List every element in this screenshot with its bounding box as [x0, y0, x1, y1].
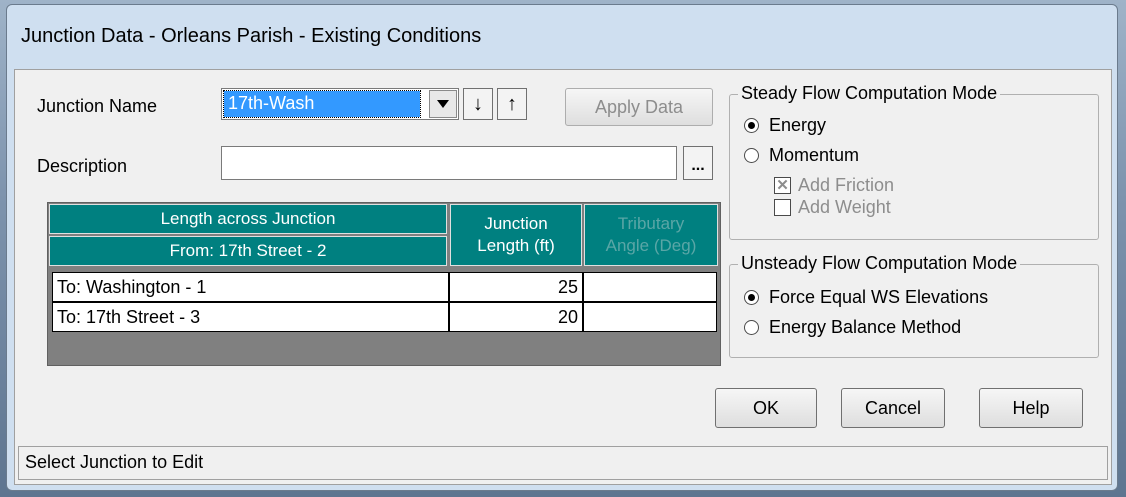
unsteady-flow-title: Unsteady Flow Computation Mode [738, 253, 1021, 274]
junction-length-header-line2: Length (ft) [477, 236, 555, 255]
window-title: Junction Data - Orleans Parish - Existin… [21, 25, 482, 47]
ok-button[interactable]: OK [715, 388, 817, 428]
force-equal-ws-radio-indicator [744, 290, 759, 305]
chevron-down-icon [437, 100, 449, 108]
energy-radio-label: Energy [769, 115, 827, 135]
table-row-2-length[interactable]: 20 [449, 302, 583, 332]
add-friction-check-icon: ✕ [774, 177, 791, 194]
arrow-down-icon: ↓ [473, 92, 483, 115]
junction-name-label: Junction Name [37, 96, 158, 116]
table-header-length-across: Length across Junction [49, 204, 447, 234]
junction-length-table: Length across Junction From: 17th Street… [47, 202, 721, 366]
table-row-2-angle[interactable] [583, 302, 717, 332]
help-button[interactable]: Help [979, 388, 1083, 428]
table-header-junction-length: Junction Length (ft) [450, 204, 582, 266]
energy-balance-radio-indicator [744, 320, 759, 335]
description-browse-button[interactable]: ... [683, 146, 713, 180]
add-weight-label: Add Weight [798, 197, 891, 217]
apply-data-button[interactable]: Apply Data [565, 88, 713, 126]
unsteady-flow-group: Unsteady Flow Computation Mode Force Equ… [729, 253, 1099, 358]
table-row-1-angle[interactable] [583, 272, 717, 302]
energy-radio[interactable]: Energy [744, 115, 826, 136]
cancel-button[interactable]: Cancel [841, 388, 945, 428]
energy-radio-indicator [744, 118, 759, 133]
energy-balance-radio[interactable]: Energy Balance Method [744, 317, 961, 338]
table-row-1-length[interactable]: 25 [449, 272, 583, 302]
add-friction-label: Add Friction [798, 175, 895, 195]
momentum-radio-label: Momentum [769, 145, 860, 165]
dialog-client-area: Junction Name 17th-Wash ↓ ↑ Apply Data D… [14, 69, 1112, 485]
junction-name-value[interactable]: 17th-Wash [223, 90, 421, 118]
momentum-radio[interactable]: Momentum [744, 145, 859, 166]
energy-balance-label: Energy Balance Method [769, 317, 962, 337]
tributary-angle-header-line2: Angle (Deg) [605, 236, 697, 255]
combo-dropdown-button[interactable] [429, 90, 457, 118]
steady-flow-title: Steady Flow Computation Mode [738, 83, 1001, 104]
table-row-1-to[interactable]: To: Washington - 1 [52, 272, 449, 302]
force-equal-ws-label: Force Equal WS Elevations [769, 287, 989, 307]
junction-name-combobox[interactable]: 17th-Wash [221, 88, 459, 120]
previous-junction-button[interactable]: ↑ [497, 88, 527, 120]
momentum-radio-indicator [744, 148, 759, 163]
status-bar: Select Junction to Edit [18, 446, 1108, 480]
junction-length-header-line1: Junction [484, 214, 548, 233]
table-header-tributary-angle: Tributary Angle (Deg) [584, 204, 718, 266]
add-weight-checkbox[interactable]: Add Weight [774, 197, 891, 218]
arrow-up-icon: ↑ [507, 92, 517, 115]
ellipsis-icon: ... [691, 157, 705, 174]
force-equal-ws-radio[interactable]: Force Equal WS Elevations [744, 287, 988, 308]
table-header-from: From: 17th Street - 2 [49, 236, 447, 266]
table-row-2-to[interactable]: To: 17th Street - 3 [52, 302, 449, 332]
tributary-angle-header-line1: Tributary [617, 214, 685, 233]
description-label: Description [37, 156, 128, 176]
add-weight-check-box [774, 199, 791, 216]
add-friction-checkbox[interactable]: ✕ Add Friction [774, 175, 894, 196]
steady-flow-group: Steady Flow Computation Mode Energy Mome… [729, 83, 1099, 240]
description-field[interactable] [221, 146, 677, 180]
junction-data-window: Junction Data - Orleans Parish - Existin… [6, 4, 1118, 491]
next-junction-button[interactable]: ↓ [463, 88, 493, 120]
